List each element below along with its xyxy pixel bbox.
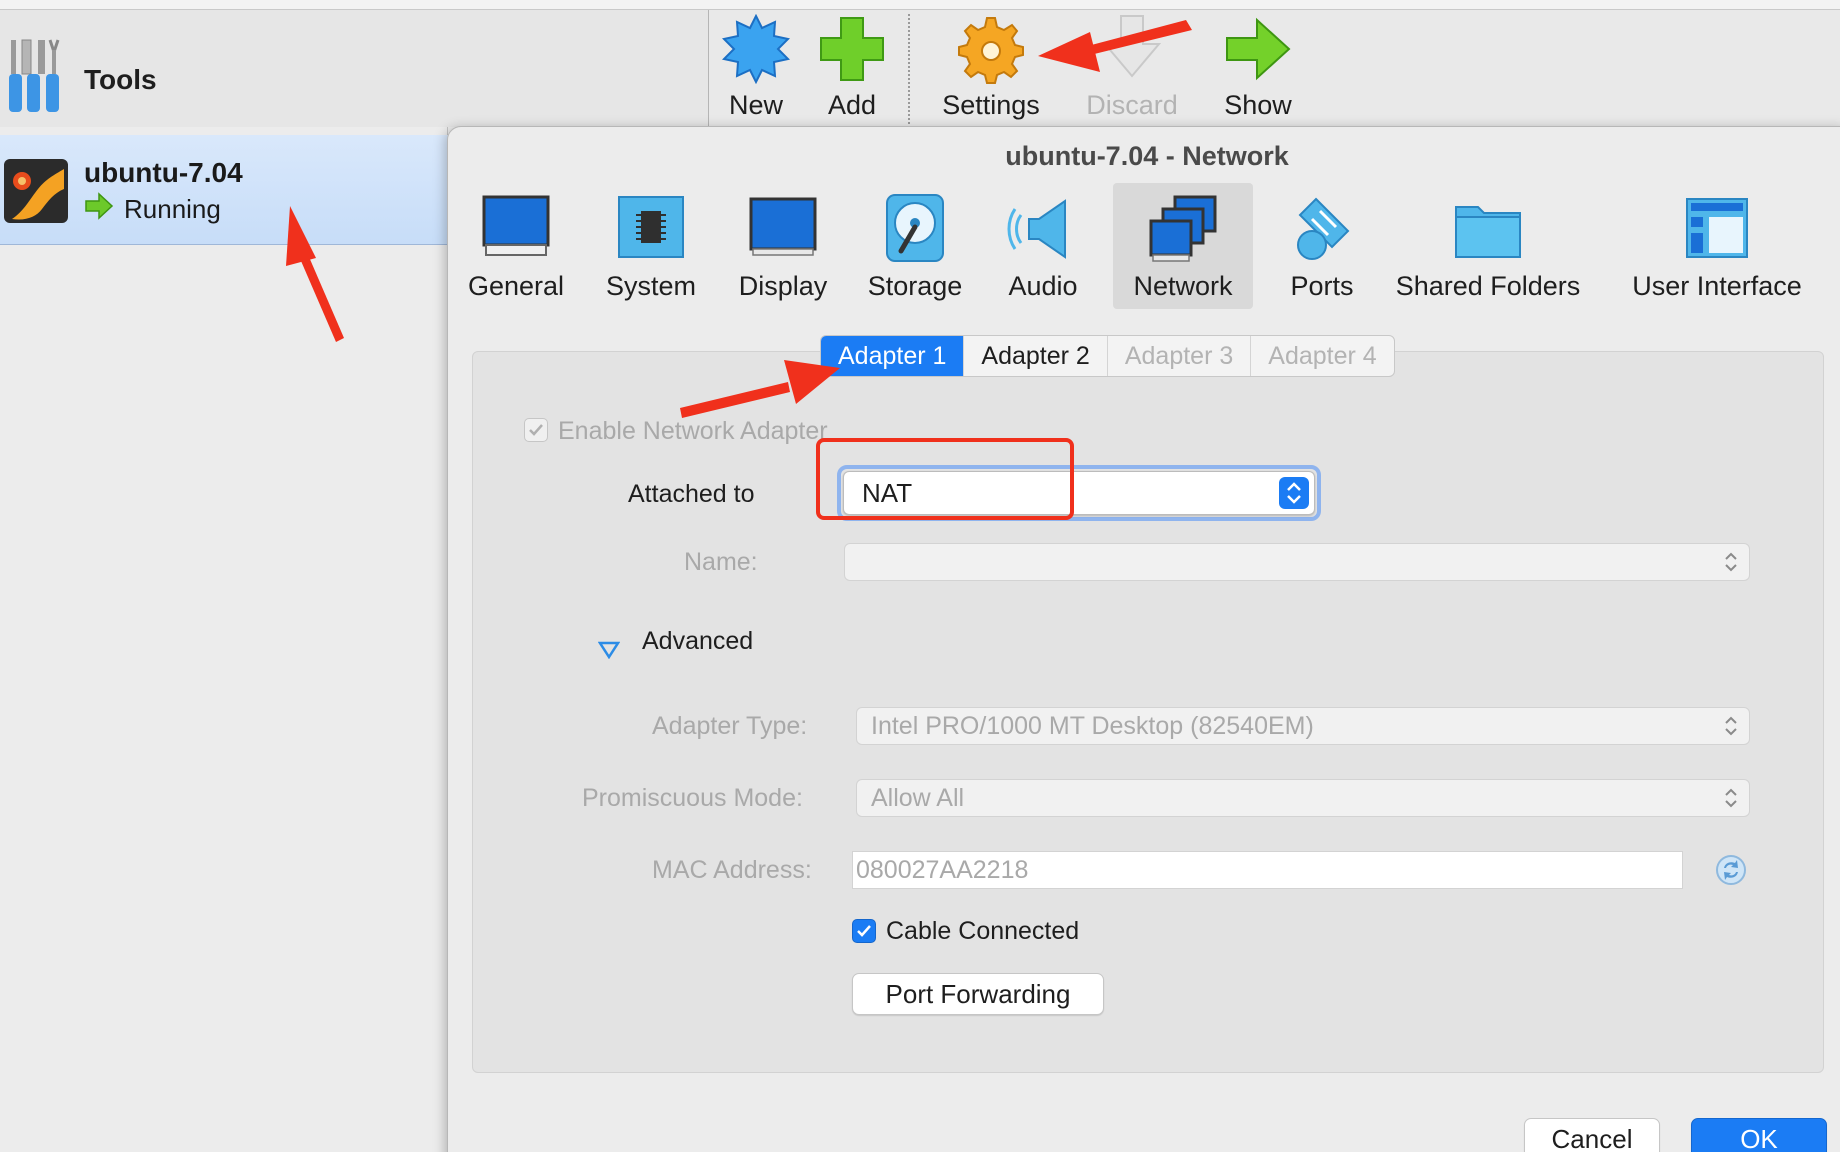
updown-chevron-icon [1725,552,1737,572]
name-label: Name: [684,548,758,576]
mac-address-label: MAC Address: [652,856,812,884]
tab-adapter-1[interactable]: Adapter 1 [821,336,965,376]
category-network[interactable]: Network [1113,183,1253,309]
new-starburst-icon [721,14,791,84]
enable-adapter-checkbox[interactable] [524,418,548,442]
tab-adapter-4[interactable]: Adapter 4 [1251,336,1393,376]
category-shared-folders[interactable]: Shared Folders [1388,183,1588,309]
network-icon [1149,195,1217,262]
updown-chevron-icon [1725,716,1737,736]
attached-to-highlight-box [816,438,1074,520]
toolbar-separator [908,14,910,124]
refresh-mac-icon[interactable] [1714,853,1748,887]
window-top-strip [0,0,1840,10]
promiscuous-mode-label: Promiscuous Mode: [582,784,803,812]
show-button[interactable]: Show [1214,10,1302,127]
enable-adapter-label: Enable Network Adapter [558,417,828,445]
new-button[interactable]: New [716,10,796,127]
category-storage-label: Storage [867,271,963,301]
user-interface-icon [1686,198,1748,258]
add-label: Add [827,90,877,120]
category-general[interactable]: General [462,183,570,309]
ports-plug-icon [1297,197,1350,260]
checkmark-icon [857,925,871,937]
adapter-type-label: Adapter Type: [652,712,808,740]
port-forwarding-button[interactable]: Port Forwarding [852,973,1104,1015]
select-stepper-icon [1279,477,1309,509]
vm-status: Running [124,194,221,224]
dialog-title: ubuntu-7.04 - Network [1005,141,1289,171]
category-user-interface-label: User Interface [1632,271,1802,301]
mac-address-field[interactable]: 080027AA2218 [852,851,1683,889]
category-display-label: Display [738,271,828,301]
category-display[interactable]: Display [730,183,836,309]
show-label: Show [1224,90,1292,120]
category-audio[interactable]: Audio [1000,183,1086,309]
promiscuous-mode-select[interactable]: Allow All [856,779,1750,817]
tab-adapter-2[interactable]: Adapter 2 [964,336,1108,376]
category-user-interface[interactable]: User Interface [1614,183,1820,309]
category-system-label: System [605,271,697,301]
general-icon [482,195,550,256]
settings-button[interactable]: Settings [936,10,1046,127]
tools-pane[interactable]: Tools [0,10,709,127]
attached-to-label: Attached to [628,480,755,508]
adapter-tab-bar: Adapter 1 Adapter 2 Adapter 3 Adapter 4 [820,335,1395,377]
system-chip-icon [618,196,684,258]
category-general-label: General [467,271,565,301]
tab-adapter-3[interactable]: Adapter 3 [1108,336,1252,376]
ubuntu-vm-icon [4,159,68,223]
category-system[interactable]: System [596,183,706,309]
show-arrow-icon [1226,17,1291,81]
checkmark-icon [529,424,543,436]
network-settings-dialog: ubuntu-7.04 - Network General System Dis… [447,126,1840,1152]
cable-connected-label: Cable Connected [886,917,1080,945]
category-shared-folders-label: Shared Folders [1395,271,1581,301]
cancel-button[interactable]: Cancel [1524,1118,1660,1152]
add-button[interactable]: Add [814,10,890,127]
adapter-type-select[interactable]: Intel PRO/1000 MT Desktop (82540EM) [856,707,1750,745]
category-ports[interactable]: Ports [1278,183,1366,309]
category-audio-label: Audio [1008,271,1078,301]
vm-list-item[interactable]: ubuntu-7.04 Running [0,135,448,245]
new-label: New [728,90,783,120]
discard-arrow-icon [1102,15,1162,78]
vm-list-pane [0,127,448,1152]
updown-chevron-icon [1725,788,1737,808]
display-monitor-icon [749,197,817,256]
running-arrow-icon [85,192,114,220]
advanced-label[interactable]: Advanced [642,627,753,656]
settings-gear-icon [958,17,1024,84]
disclosure-triangle-icon[interactable] [598,641,620,659]
tools-icon [9,39,60,112]
adapter-type-value: Intel PRO/1000 MT Desktop (82540EM) [871,712,1314,740]
tools-label: Tools [84,64,157,95]
audio-speaker-icon [1007,199,1066,259]
ok-button[interactable]: OK [1691,1118,1827,1152]
category-network-label: Network [1133,271,1233,301]
add-plus-icon [820,17,884,81]
category-ports-label: Ports [1290,271,1354,301]
storage-disk-icon [886,194,944,262]
discard-label: Discard [1086,90,1178,120]
category-storage[interactable]: Storage [860,183,970,309]
shared-folder-icon [1455,206,1521,258]
promiscuous-mode-value: Allow All [871,784,965,812]
name-select[interactable] [844,543,1750,581]
vm-name: ubuntu-7.04 [84,157,243,188]
settings-label: Settings [942,90,1040,120]
discard-button[interactable]: Discard [1080,10,1184,127]
cable-connected-checkbox[interactable] [852,919,876,943]
